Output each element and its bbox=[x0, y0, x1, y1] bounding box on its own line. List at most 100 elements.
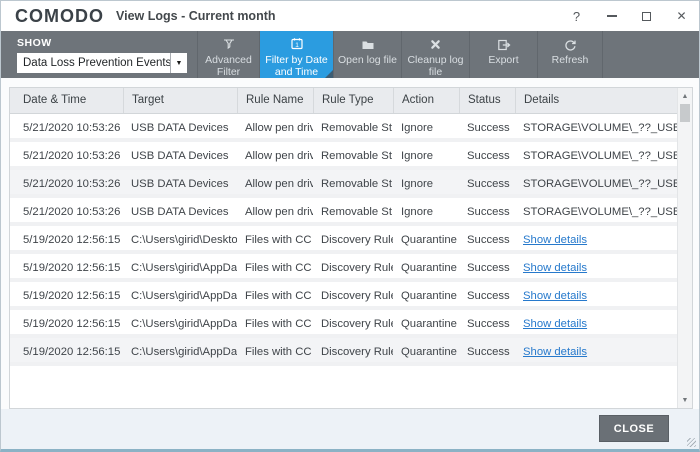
cell-date: 5/19/2020 12:56:15 ... bbox=[23, 318, 123, 330]
cell-details: Show details bbox=[515, 254, 677, 278]
table-row[interactable]: 5/19/2020 12:56:15 ... C:\Users\girid\App… bbox=[10, 254, 677, 282]
details-text: STORAGE\VOLUME\_??_USBSTO... bbox=[523, 178, 677, 190]
cell-action: Ignore bbox=[401, 122, 434, 134]
cell-action: Ignore bbox=[401, 206, 434, 218]
table-row[interactable]: 5/19/2020 12:56:15 ... C:\Users\girid\App… bbox=[10, 282, 677, 310]
scrollbar-thumb[interactable] bbox=[680, 104, 690, 122]
cell-date: 5/21/2020 10:53:26 ... bbox=[23, 122, 123, 134]
table-row[interactable]: 5/21/2020 10:53:26 ... USB DATA Devices Al… bbox=[10, 170, 677, 198]
toolbar-button-cleanup-log-file[interactable]: Cleanup log file bbox=[401, 31, 469, 78]
toolbar-button-label: Advanced Filter bbox=[205, 53, 252, 78]
resize-grip-icon[interactable] bbox=[687, 438, 696, 447]
cell-action: Quarantine bbox=[401, 318, 457, 330]
cell-target: C:\Users\girid\AppDa... bbox=[131, 318, 237, 330]
table-row[interactable]: 5/21/2020 10:53:26 ... USB DATA Devices Al… bbox=[10, 142, 677, 170]
cell-date: 5/19/2020 12:56:15 ... bbox=[23, 262, 123, 274]
cell-rule-type: Removable St... bbox=[321, 122, 393, 134]
show-details-link[interactable]: Show details bbox=[523, 290, 587, 302]
cell-details: STORAGE\VOLUME\_??_USBSTO... bbox=[515, 114, 677, 138]
cell-rule-name: Files with CC ... bbox=[245, 318, 313, 330]
cell-date: 5/19/2020 12:56:15 ... bbox=[23, 290, 123, 302]
vertical-scrollbar[interactable]: ▲ ▼ bbox=[677, 88, 692, 408]
cell-status: Success bbox=[467, 206, 510, 218]
column-header-rule-type[interactable]: Rule Type bbox=[313, 88, 393, 113]
close-window-button[interactable]: ✕ bbox=[664, 1, 699, 31]
toolbar-buttons: Advanced Filter 1 Filter by Date and Time O… bbox=[197, 31, 603, 78]
table-row[interactable]: 5/19/2020 12:56:15 ... C:\Users\girid\App… bbox=[10, 310, 677, 338]
column-header-details[interactable]: Details bbox=[515, 88, 677, 113]
cell-rule-name: Files with CC ... bbox=[245, 290, 313, 302]
toolbar-button-filter-by-date[interactable]: 1 Filter by Date and Time bbox=[259, 31, 333, 78]
funnel-icon bbox=[222, 37, 236, 52]
toolbar-button-refresh[interactable]: Refresh bbox=[537, 31, 603, 78]
cell-rule-name: Allow pen drive bbox=[245, 206, 313, 218]
cell-action: Quarantine bbox=[401, 234, 457, 246]
cell-rule-type: Removable St... bbox=[321, 178, 393, 190]
cell-target: USB DATA Devices bbox=[131, 178, 229, 190]
cell-details: Show details bbox=[515, 226, 677, 250]
cell-rule-type: Discovery Rule bbox=[321, 262, 393, 274]
cell-action: Quarantine bbox=[401, 262, 457, 274]
toolbar-button-export[interactable]: Export bbox=[469, 31, 537, 78]
cell-target: C:\Users\girid\AppDa... bbox=[131, 262, 237, 274]
toolbar-button-label: Open log file bbox=[338, 54, 397, 66]
toolbar-button-open-log-file[interactable]: Open log file bbox=[333, 31, 401, 78]
show-label: SHOW bbox=[17, 37, 52, 49]
toolbar-button-advanced-filter[interactable]: Advanced Filter bbox=[197, 31, 259, 78]
cell-date: 5/21/2020 10:53:26 ... bbox=[23, 206, 123, 218]
scroll-up-arrow[interactable]: ▲ bbox=[678, 89, 692, 103]
cell-status: Success bbox=[467, 178, 510, 190]
cell-target: USB DATA Devices bbox=[131, 122, 229, 134]
show-details-link[interactable]: Show details bbox=[523, 318, 587, 330]
toolbar-button-label: Export bbox=[488, 54, 519, 66]
cell-status: Success bbox=[467, 262, 510, 274]
column-header-rule-name[interactable]: Rule Name bbox=[237, 88, 313, 113]
details-text: STORAGE\VOLUME\_??_USBSTO... bbox=[523, 122, 677, 134]
table-row[interactable]: 5/19/2020 12:56:15 ... C:\Users\girid\App… bbox=[10, 338, 677, 366]
maximize-icon bbox=[642, 11, 651, 21]
chevron-down-icon: ▼ bbox=[175, 59, 183, 67]
window-title: View Logs - Current month bbox=[116, 9, 276, 23]
svg-text:1: 1 bbox=[295, 42, 299, 49]
cell-rule-name: Files with CC ... bbox=[245, 346, 313, 358]
column-header-action[interactable]: Action bbox=[393, 88, 459, 113]
cell-status: Success bbox=[467, 346, 510, 358]
cell-rule-name: Allow pen drive bbox=[245, 150, 313, 162]
close-button[interactable]: CLOSE bbox=[599, 415, 669, 442]
show-details-link[interactable]: Show details bbox=[523, 346, 587, 358]
cell-target: USB DATA Devices bbox=[131, 150, 229, 162]
help-button[interactable]: ? bbox=[559, 1, 594, 31]
maximize-button[interactable] bbox=[629, 1, 664, 31]
column-header-status[interactable]: Status bbox=[459, 88, 515, 113]
toolbar-button-label: Cleanup log file bbox=[407, 53, 464, 78]
cell-date: 5/19/2020 12:56:15 ... bbox=[23, 346, 123, 358]
table-row[interactable]: 5/19/2020 12:56:15 ... C:\Users\girid\Des… bbox=[10, 226, 677, 254]
window-controls: ? ✕ bbox=[559, 1, 699, 31]
toolbar: SHOW Data Loss Prevention Events ▼ Advan… bbox=[1, 31, 699, 78]
cell-rule-type: Removable St... bbox=[321, 150, 393, 162]
cell-details: Show details bbox=[515, 310, 677, 334]
cell-rule-name: Files with CC ... bbox=[245, 234, 313, 246]
table-row[interactable]: 5/21/2020 10:53:26 ... USB DATA Devices Al… bbox=[10, 114, 677, 142]
footer: CLOSE bbox=[1, 409, 699, 449]
event-type-dropdown[interactable]: Data Loss Prevention Events ▼ bbox=[17, 53, 187, 73]
cell-status: Success bbox=[467, 290, 510, 302]
cell-action: Ignore bbox=[401, 178, 434, 190]
table-row[interactable]: 5/21/2020 10:53:26 ... USB DATA Devices Al… bbox=[10, 198, 677, 226]
minimize-button[interactable] bbox=[594, 1, 629, 31]
table-header: Date & Time Target Rule Name Rule Type Actio… bbox=[10, 88, 677, 114]
scroll-down-arrow[interactable]: ▼ bbox=[678, 393, 692, 407]
export-icon bbox=[497, 37, 511, 52]
details-text: STORAGE\VOLUME\_??_USBSTO... bbox=[523, 206, 677, 218]
show-details-link[interactable]: Show details bbox=[523, 234, 587, 246]
calendar-icon: 1 bbox=[290, 37, 304, 52]
cell-rule-name: Allow pen drive bbox=[245, 178, 313, 190]
dropdown-arrow-button[interactable]: ▼ bbox=[170, 53, 187, 73]
cell-details: STORAGE\VOLUME\_??_USBSTO... bbox=[515, 198, 677, 222]
cell-rule-type: Discovery Rule bbox=[321, 234, 393, 246]
cell-date: 5/21/2020 10:53:26 ... bbox=[23, 150, 123, 162]
column-header-target[interactable]: Target bbox=[123, 88, 237, 113]
cell-rule-name: Allow pen drive bbox=[245, 122, 313, 134]
column-header-date-time[interactable]: Date & Time bbox=[10, 88, 123, 113]
show-details-link[interactable]: Show details bbox=[523, 262, 587, 274]
